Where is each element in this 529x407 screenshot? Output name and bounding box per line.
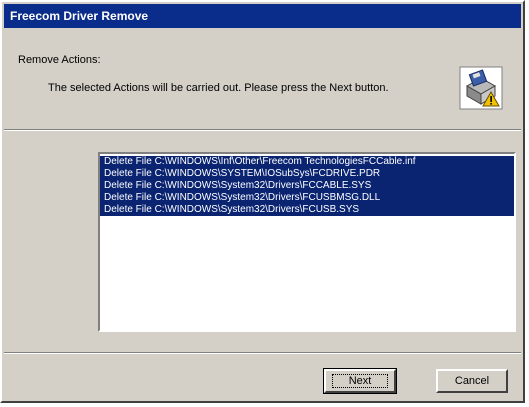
list-item[interactable]: Delete File C:\WINDOWS\System32\Drivers\… [100,192,514,204]
list-item[interactable]: Delete File C:\WINDOWS\SYSTEM\IOSubSys\F… [100,168,514,180]
focus-rect [332,374,388,388]
list-item[interactable]: Delete File C:\WINDOWS\Inf\Other\Freecom… [100,156,514,168]
header-separator [4,129,521,131]
wizard-header: Remove Actions: The selected Actions wil… [4,30,521,126]
list-item[interactable]: Delete File C:\WINDOWS\System32\Drivers\… [100,180,514,192]
cancel-button[interactable]: Cancel [436,369,508,393]
instruction-text: The selected Actions will be carried out… [48,82,389,94]
installer-remove-icon [459,66,503,110]
list-item[interactable]: Delete File C:\WINDOWS\System32\Drivers\… [100,204,514,216]
cancel-button-label: Cancel [454,375,490,387]
section-label: Remove Actions: [18,54,101,66]
title-bar[interactable]: Freecom Driver Remove [4,4,521,28]
dialog-window: Freecom Driver Remove Remove Actions: Th… [0,0,525,403]
remove-actions-list[interactable]: Delete File C:\WINDOWS\Inf\Other\Freecom… [98,152,516,332]
footer-separator [4,352,521,354]
next-button[interactable]: Next [323,368,397,394]
window-title: Freecom Driver Remove [10,9,149,23]
